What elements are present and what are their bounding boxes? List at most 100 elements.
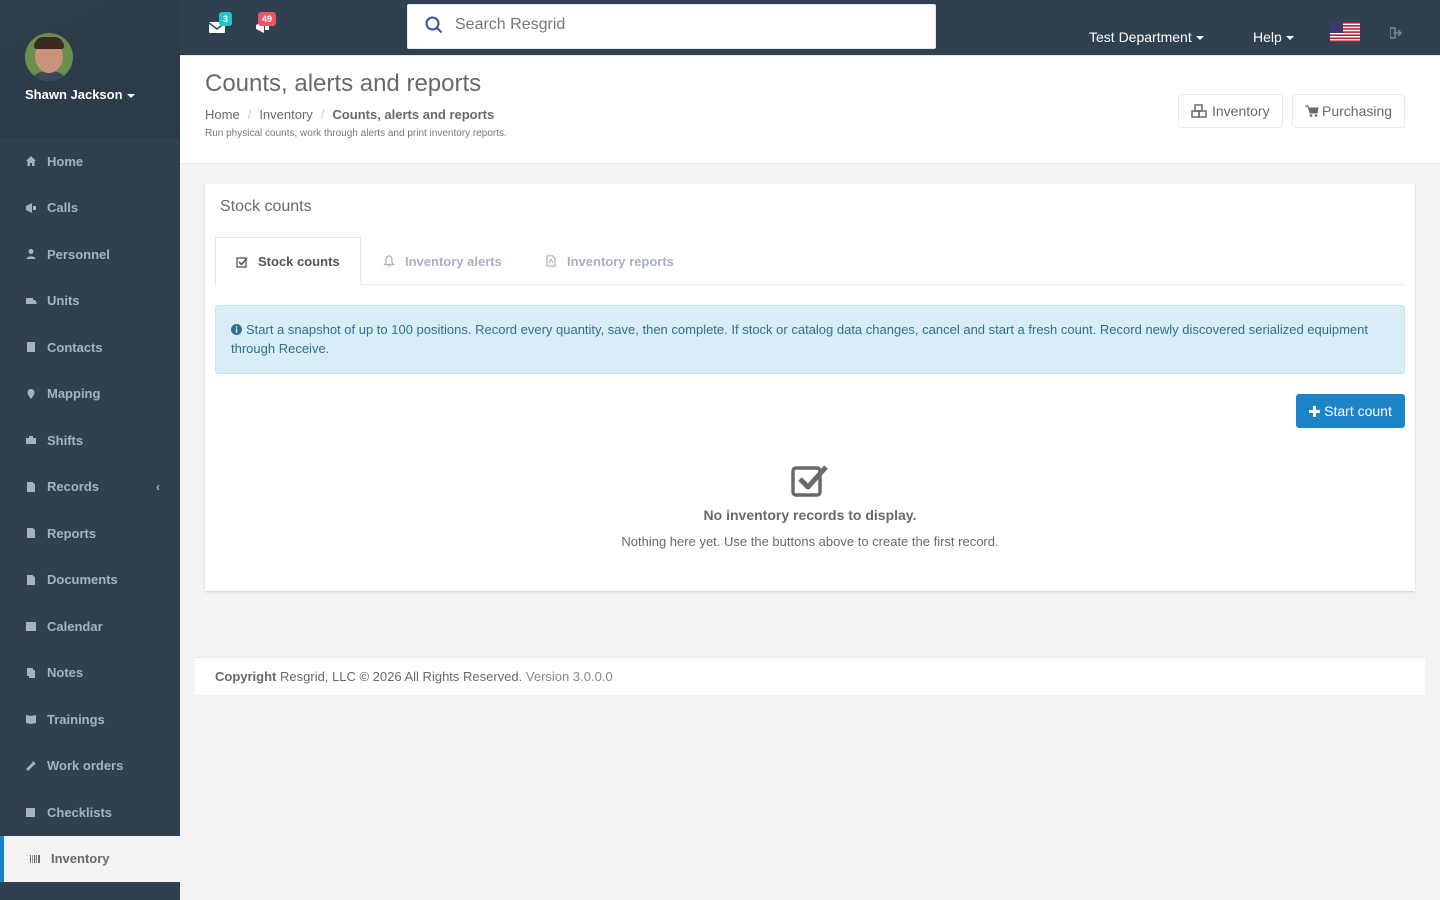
sidebar-item-shifts[interactable]: Shifts (0, 417, 180, 464)
search-input[interactable] (455, 16, 915, 34)
stock-counts-panel: Stock counts Stock counts Inventory aler… (205, 184, 1415, 591)
search-box (407, 4, 936, 49)
sidebar-item-documents[interactable]: Documents (0, 557, 180, 604)
checklist-icon (26, 808, 35, 818)
breadcrumb-current: Counts, alerts and reports (332, 107, 495, 122)
inventory-button-label: Inventory (1212, 103, 1270, 119)
help-label: Help (1253, 29, 1282, 45)
sidebar-item-label: Home (47, 153, 84, 169)
sidebar-item-contacts[interactable]: Contacts (0, 324, 180, 371)
calls-badge: 49 (258, 12, 277, 26)
sidebar-item-label: Mapping (47, 386, 101, 402)
profile-header: Shawn Jackson (0, 0, 180, 138)
user-icon (26, 249, 36, 260)
tab-inventory-reports[interactable]: Inventory reports (525, 237, 694, 285)
us-flag-icon[interactable] (1330, 22, 1360, 42)
version-text: Version 3.0.0.0 (525, 669, 613, 684)
breadcrumb-inventory[interactable]: Inventory (259, 107, 312, 122)
tab-inventory-alerts[interactable]: Inventory alerts (363, 237, 522, 285)
purchasing-button-label: Purchasing (1322, 103, 1393, 119)
tab-inventory-alerts-label: Inventory alerts (405, 253, 502, 269)
department-label: Test Department (1089, 29, 1192, 45)
panel-title: Stock counts (220, 198, 312, 215)
sidebar-item-notes[interactable]: Notes (0, 650, 180, 697)
check-square-icon (236, 256, 248, 268)
copyright-text: Resgrid, LLC © 2026 All Rights Reserved. (280, 669, 523, 684)
sidebar-item-label: Calendar (47, 618, 103, 634)
sidebar-nav: Home Calls Personnel Units Contacts Mapping Sh… (0, 138, 180, 882)
tab-stock-counts-label: Stock counts (258, 254, 340, 269)
sidebar-item-calls[interactable]: Calls (0, 185, 180, 232)
sidebar-item-label: Reports (47, 525, 97, 541)
sidebar-item-home[interactable]: Home (0, 138, 180, 185)
info-alert: Start a snapshot of up to 100 positions.… (215, 305, 1405, 374)
sidebar-item-label: Inventory (51, 851, 110, 867)
sidebar-item-label: Records (47, 479, 100, 495)
sidebar-item-label: Work orders (47, 758, 124, 774)
home-icon (26, 156, 36, 167)
inventory-button[interactable]: Inventory (1178, 94, 1283, 128)
breadcrumb-home[interactable]: Home (205, 107, 240, 122)
tab-stock-counts[interactable]: Stock counts (215, 237, 361, 286)
plus-icon (1309, 405, 1321, 417)
profile-menu[interactable]: Shawn Jackson (25, 87, 135, 102)
sidebar-item-label: Contacts (47, 339, 103, 355)
start-count-label: Start count (1324, 403, 1392, 419)
department-dropdown[interactable]: Test Department (1089, 29, 1204, 45)
sidebar-item-label: Calls (47, 200, 79, 216)
sidebar-item-label: Personnel (47, 246, 110, 262)
cubes-icon (1191, 104, 1207, 118)
reports-icon (27, 528, 35, 539)
top-navbar: 3 49 Test Department Help (180, 0, 1440, 56)
sidebar-item-label: Documents (47, 572, 118, 588)
sidebar-item-personnel[interactable]: Personnel (0, 231, 180, 278)
map-marker-icon (27, 388, 35, 399)
caret-down-icon (1285, 36, 1294, 41)
chevron-left-icon: ‹ (156, 479, 160, 494)
info-alert-text: Start a snapshot of up to 100 positions.… (231, 322, 1368, 356)
check-square-icon (791, 465, 828, 497)
avatar[interactable] (25, 33, 73, 81)
sidebar-item-checklists[interactable]: Checklists (0, 789, 180, 836)
empty-state-text: Nothing here yet. Use the buttons above … (621, 534, 999, 549)
sidebar-item-label: Shifts (47, 432, 84, 448)
sidebar-item-mapping[interactable]: Mapping (0, 371, 180, 418)
calendar-icon (26, 622, 36, 632)
page-title: Counts, alerts and reports (205, 70, 482, 97)
page-subtitle: Run physical counts, work through alerts… (205, 128, 507, 139)
help-dropdown[interactable]: Help (1253, 29, 1294, 45)
briefcase-icon (26, 436, 36, 445)
barcode-icon (30, 854, 40, 863)
search-icon (425, 16, 443, 34)
sidebar-item-label: Trainings (47, 711, 105, 727)
sign-out-icon[interactable] (1390, 27, 1402, 39)
tab-bar: Stock counts Inventory alerts Inventory … (215, 237, 1405, 286)
file-pdf-icon (546, 255, 556, 267)
sidebar-item-label: Notes (47, 665, 84, 681)
start-count-button[interactable]: Start count (1296, 394, 1405, 428)
sidebar-item-inventory[interactable]: Inventory (0, 835, 180, 882)
sidebar-item-records[interactable]: Records ‹ (0, 464, 180, 511)
copyright-label: Copyright (215, 669, 277, 684)
profile-name: Shawn Jackson (25, 87, 123, 102)
page-heading: Counts, alerts and reports Home / Inventor… (180, 56, 1440, 164)
sidebar-item-units[interactable]: Units (0, 278, 180, 325)
sidebar-item-calendar[interactable]: Calendar (0, 603, 180, 650)
book-icon (26, 715, 36, 725)
sidebar-item-reports[interactable]: Reports (0, 510, 180, 557)
sidebar: Shawn Jackson Home Calls Personnel Units Con… (0, 0, 180, 900)
bell-icon (383, 255, 395, 267)
empty-state-title: No inventory records to display. (703, 507, 917, 523)
sidebar-item-trainings[interactable]: Trainings (0, 696, 180, 743)
caret-down-icon (126, 93, 135, 98)
caret-down-icon (1195, 36, 1204, 41)
notes-icon (27, 667, 35, 678)
file-icon (27, 481, 35, 492)
sidebar-item-label: Checklists (47, 804, 113, 820)
sidebar-item-work-orders[interactable]: Work orders (0, 743, 180, 790)
purchasing-button[interactable]: Purchasing (1292, 94, 1406, 128)
breadcrumb: Home / Inventory / Counts, alerts and report… (205, 107, 495, 122)
info-circle-icon (231, 324, 242, 335)
shopping-cart-icon (1305, 105, 1319, 117)
bullhorn-icon (26, 202, 36, 213)
